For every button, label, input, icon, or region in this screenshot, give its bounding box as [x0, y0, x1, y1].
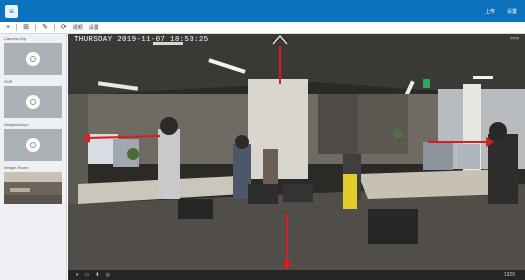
- ptz-overlay: [82, 35, 494, 270]
- camera-thumbnail-live[interactable]: [4, 172, 62, 204]
- titlebar-actions: 上传 设置: [485, 8, 517, 15]
- pause-icon[interactable]: ⏸: [76, 272, 79, 278]
- grid-icon[interactable]: ⊞: [23, 23, 29, 33]
- camera-icon: [26, 138, 40, 152]
- camera-thumbnail-1[interactable]: [4, 43, 62, 75]
- live-video-view[interactable]: THURSDAY 2019-11-07 18:53:25 ××× ⏸ ▭ ⬆ ◎…: [68, 34, 525, 280]
- record-icon[interactable]: ◎: [105, 272, 109, 278]
- ptz-right-arrow[interactable]: [428, 137, 494, 147]
- app-titlebar: ≡ 上传 设置: [0, 0, 525, 22]
- ptz-down-arrow[interactable]: [282, 214, 292, 270]
- camera-label: Camera-01p: [4, 36, 27, 41]
- toolbar-label-video[interactable]: 视频: [73, 24, 83, 31]
- settings-button[interactable]: 设置: [507, 8, 517, 15]
- camera-label: Integrated-ipc: [4, 122, 29, 127]
- app-logo-icon: ≡: [5, 4, 18, 18]
- capture-icon[interactable]: ⬆: [95, 272, 99, 278]
- resolution-label: 1920: [503, 272, 515, 278]
- camera-thumbnail-3[interactable]: [4, 129, 62, 161]
- toolbar-divider: [53, 24, 55, 31]
- edit-icon[interactable]: ✎: [42, 23, 48, 33]
- refresh-icon[interactable]: ⟳: [61, 23, 67, 33]
- camera-label: Integer-Room: [4, 165, 29, 170]
- live-preview-floor: [4, 195, 62, 204]
- ptz-left-arrow[interactable]: [82, 133, 161, 143]
- live-preview-ceiling: [4, 172, 62, 182]
- camera-thumbnail-2[interactable]: [4, 86, 62, 118]
- plus-icon[interactable]: +: [6, 23, 10, 33]
- camera-icon: [26, 95, 40, 109]
- screen-icon[interactable]: ▭: [85, 272, 90, 278]
- camera-sidebar: Camera-01p NVR Integrated-ipc Integer-Ro…: [0, 34, 67, 280]
- playback-controlbar: ⏸ ▭ ⬆ ◎ 1920: [68, 270, 525, 280]
- toolbar-divider: [16, 24, 18, 31]
- live-preview-desk: [10, 188, 30, 192]
- upload-button[interactable]: 上传: [485, 8, 495, 15]
- toolbar-label-settings[interactable]: 设置: [89, 24, 99, 31]
- toolbar: + ⊞ ✎ ⟳ 视频 设置: [0, 22, 525, 34]
- camera-label: NVR: [4, 79, 13, 84]
- toolbar-divider: [34, 24, 36, 31]
- ptz-up-arrow[interactable]: [272, 35, 288, 84]
- camera-icon: [26, 52, 40, 66]
